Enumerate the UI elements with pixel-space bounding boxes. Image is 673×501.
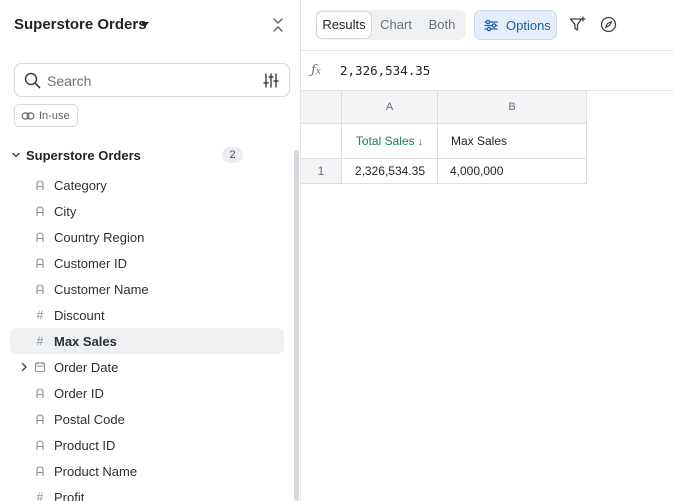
text-type-icon bbox=[34, 256, 46, 270]
field-item[interactable]: Customer ID bbox=[10, 250, 284, 276]
field-item[interactable]: # Max Sales bbox=[10, 328, 284, 354]
field-label: Discount bbox=[54, 308, 105, 323]
results-panel: Results Chart Both Options ƒx 2,326,534.… bbox=[301, 0, 673, 501]
grid-corner bbox=[301, 91, 342, 124]
text-type-icon bbox=[34, 386, 46, 400]
number-type-icon: # bbox=[36, 308, 44, 322]
results-toolbar: Results Chart Both Options bbox=[301, 0, 673, 51]
text-type-icon bbox=[34, 282, 46, 296]
formula-value: 2,326,534.35 bbox=[340, 63, 431, 78]
grid-cell[interactable]: 2,326,534.35 bbox=[342, 159, 438, 184]
sliders-icon[interactable] bbox=[263, 72, 279, 89]
options-button[interactable]: Options bbox=[474, 10, 557, 40]
column-header-label: Max Sales bbox=[451, 134, 508, 148]
field-label: Product ID bbox=[54, 438, 116, 453]
text-type-icon bbox=[34, 204, 46, 218]
tab-results[interactable]: Results bbox=[317, 12, 371, 38]
text-type-icon bbox=[34, 230, 46, 244]
sliders-icon bbox=[484, 19, 498, 32]
sort-descending-icon: ↓ bbox=[417, 136, 424, 148]
field-label: Product Name bbox=[54, 464, 138, 479]
chevrons-collapse-icon[interactable] bbox=[270, 16, 286, 34]
chevron-down-icon[interactable] bbox=[10, 149, 22, 161]
sidebar-scroll-thumb[interactable] bbox=[294, 150, 299, 501]
tab-chart[interactable]: Chart bbox=[375, 12, 417, 38]
field-label: Postal Code bbox=[54, 412, 125, 427]
search-input[interactable] bbox=[47, 70, 247, 92]
field-item[interactable]: Order ID bbox=[10, 380, 284, 406]
field-label: Order ID bbox=[54, 386, 104, 401]
field-label: Profit bbox=[54, 490, 85, 501]
field-label: Country Region bbox=[54, 230, 145, 245]
field-item[interactable]: Country Region bbox=[10, 224, 284, 250]
text-type-icon bbox=[34, 178, 46, 192]
number-type-icon: # bbox=[36, 490, 44, 501]
caret-down-icon[interactable] bbox=[139, 17, 151, 31]
fields-sidebar: Superstore Orders In-use bbox=[0, 0, 301, 501]
text-type-icon bbox=[34, 438, 46, 452]
field-item[interactable]: City bbox=[10, 198, 284, 224]
field-label: Max Sales bbox=[54, 334, 117, 349]
field-label: City bbox=[54, 204, 77, 219]
sidebar-scrollbar[interactable] bbox=[293, 140, 299, 501]
function-icon: ƒx bbox=[311, 63, 321, 78]
field-search-box bbox=[14, 63, 290, 97]
field-item[interactable]: Postal Code bbox=[10, 406, 284, 432]
column-header-max-sales[interactable]: Max Sales bbox=[438, 124, 587, 159]
options-label: Options bbox=[506, 18, 551, 33]
row-number: 1 bbox=[301, 159, 342, 184]
field-item[interactable]: Product Name bbox=[10, 458, 284, 484]
text-type-icon bbox=[34, 464, 46, 478]
table-group-label: Superstore Orders bbox=[26, 147, 141, 163]
view-mode-toggle: Results Chart Both bbox=[315, 10, 466, 40]
text-type-icon bbox=[34, 412, 46, 426]
header-row-gutter bbox=[301, 124, 342, 159]
link-icon bbox=[21, 111, 35, 120]
number-type-icon: # bbox=[36, 334, 44, 348]
field-item[interactable]: # Discount bbox=[10, 302, 284, 328]
field-item[interactable]: Customer Name bbox=[10, 276, 284, 302]
field-label: Customer ID bbox=[54, 256, 127, 271]
field-label: Customer Name bbox=[54, 282, 149, 297]
field-label: Order Date bbox=[54, 360, 119, 375]
column-letter-b[interactable]: B bbox=[438, 91, 587, 124]
field-list: Category City Country Region Customer ID Cus… bbox=[10, 172, 284, 501]
field-item[interactable]: Order Date bbox=[10, 354, 284, 380]
column-letter-a[interactable]: A bbox=[342, 91, 438, 124]
field-item[interactable]: Product ID bbox=[10, 432, 284, 458]
in-use-filter-chip[interactable]: In-use bbox=[14, 104, 78, 127]
grid-cell[interactable]: 4,000,000 bbox=[438, 159, 587, 184]
field-item[interactable]: Category bbox=[10, 172, 284, 198]
sidebar-header: Superstore Orders bbox=[0, 0, 300, 50]
field-count-badge: 2 bbox=[222, 147, 243, 163]
column-header-label: Total Sales bbox=[355, 134, 415, 148]
field-item[interactable]: # Profit bbox=[10, 484, 284, 501]
chevron-right-icon[interactable] bbox=[19, 362, 29, 372]
filter-sparkle-icon[interactable] bbox=[569, 16, 586, 33]
search-icon bbox=[24, 72, 41, 89]
field-label: Category bbox=[54, 178, 107, 193]
formula-bar[interactable]: ƒx 2,326,534.35 bbox=[301, 51, 673, 91]
calendar-icon bbox=[34, 360, 46, 374]
compass-icon[interactable] bbox=[600, 16, 617, 33]
data-source-title[interactable]: Superstore Orders bbox=[14, 16, 147, 33]
column-header-total-sales[interactable]: Total Sales ↓ bbox=[342, 124, 438, 159]
in-use-label: In-use bbox=[39, 109, 70, 122]
table-group-superstore-orders[interactable]: Superstore Orders 2 bbox=[10, 144, 290, 166]
tab-both[interactable]: Both bbox=[421, 12, 463, 38]
